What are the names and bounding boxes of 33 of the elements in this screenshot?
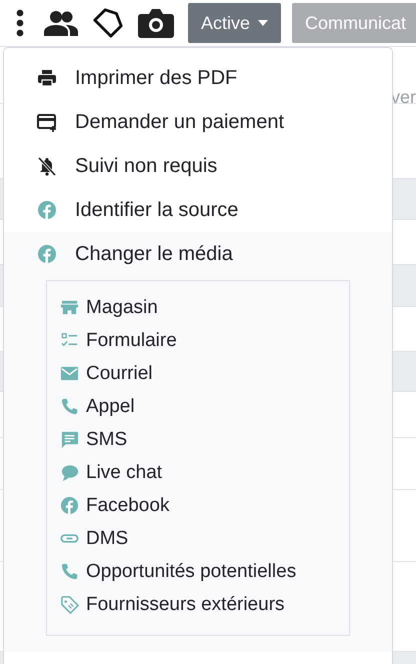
camera-icon[interactable] [138, 7, 174, 39]
more-icon[interactable] [15, 8, 25, 38]
submenu-item[interactable]: Opportunités potentielles [47, 555, 349, 588]
envelope-icon [60, 364, 79, 383]
speech-bubble-icon [60, 463, 79, 482]
menu-item[interactable]: Demander un paiement [4, 100, 392, 144]
submenu-item[interactable]: Facebook [47, 489, 349, 522]
menu-item[interactable]: Identifier la source [4, 188, 392, 232]
card-plus-icon [37, 112, 57, 132]
submenu-item[interactable]: Live chat [47, 456, 349, 489]
submenu-item[interactable]: Courriel [47, 357, 349, 390]
store-icon [60, 298, 79, 317]
submenu-item[interactable]: Appel [47, 390, 349, 423]
submenu-item[interactable]: Formulaire [47, 324, 349, 357]
message-icon [60, 430, 79, 449]
facebook-icon [37, 200, 57, 220]
dropdown-button[interactable]: Active [188, 3, 282, 43]
submenu-item[interactable]: SMS [47, 423, 349, 456]
printer-icon [37, 68, 57, 88]
menu-item[interactable]: Changer le média [4, 232, 392, 276]
facebook-icon [37, 244, 57, 264]
menu-item[interactable]: Suivi non requis [4, 144, 392, 188]
tag-icon [60, 595, 79, 614]
submenu-item[interactable]: Fournisseurs extérieurs [47, 588, 349, 621]
submenu-item[interactable]: DMS [47, 522, 349, 555]
phone-icon [60, 397, 79, 416]
menu-item[interactable]: Imprimer des PDF [4, 56, 392, 100]
people-icon[interactable] [44, 10, 78, 36]
submenu-item[interactable]: Magasin [47, 291, 349, 324]
bell-slash-icon [37, 156, 57, 176]
facebook-icon [60, 496, 79, 515]
phone-icon [60, 562, 79, 581]
tag-icon[interactable] [92, 7, 124, 39]
